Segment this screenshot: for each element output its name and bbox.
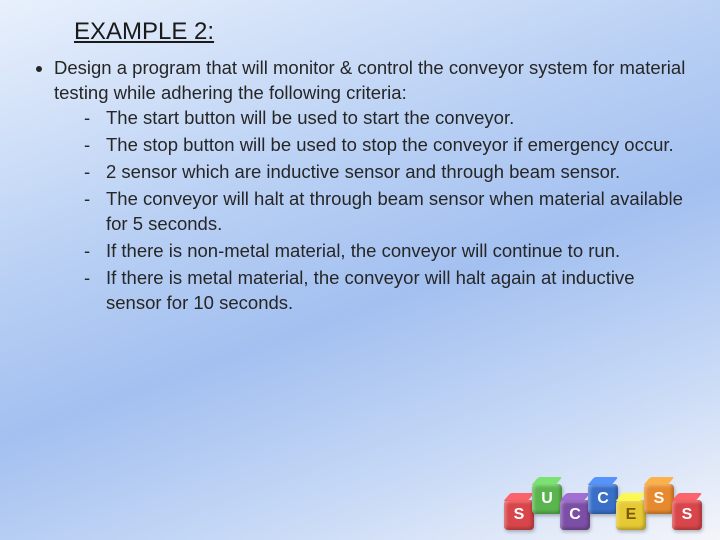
block-letter: S (504, 500, 534, 530)
block-letter: S (672, 500, 702, 530)
criteria-item: If there is non-metal material, the conv… (84, 239, 690, 264)
intro-text: Design a program that will monitor & con… (54, 57, 685, 103)
criteria-text: The stop button will be used to stop the… (106, 134, 674, 155)
criteria-text: 2 sensor which are inductive sensor and … (106, 161, 620, 182)
criteria-item: 2 sensor which are inductive sensor and … (84, 160, 690, 185)
criteria-list: The start button will be used to start t… (54, 106, 690, 316)
slide: EXAMPLE 2: Design a program that will mo… (0, 0, 720, 540)
criteria-item: If there is metal material, the conveyor… (84, 266, 690, 316)
intro-bullet: Design a program that will monitor & con… (54, 56, 690, 316)
criteria-text: The start button will be used to start t… (106, 107, 514, 128)
main-bullet-list: Design a program that will monitor & con… (30, 56, 690, 316)
criteria-item: The start button will be used to start t… (84, 106, 690, 131)
criteria-item: The conveyor will halt at through beam s… (84, 187, 690, 237)
block-letter: E (616, 500, 646, 530)
block-letter: C (588, 484, 618, 514)
criteria-text: If there is non-metal material, the conv… (106, 240, 620, 261)
block-letter: U (532, 484, 562, 514)
slide-title: EXAMPLE 2: (74, 18, 690, 46)
block-letter: S (644, 484, 674, 514)
block-letter: C (560, 500, 590, 530)
criteria-text: The conveyor will halt at through beam s… (106, 188, 683, 234)
criteria-item: The stop button will be used to stop the… (84, 133, 690, 158)
criteria-text: If there is metal material, the conveyor… (106, 267, 635, 313)
success-blocks-icon: S U C C E S S (506, 500, 702, 530)
